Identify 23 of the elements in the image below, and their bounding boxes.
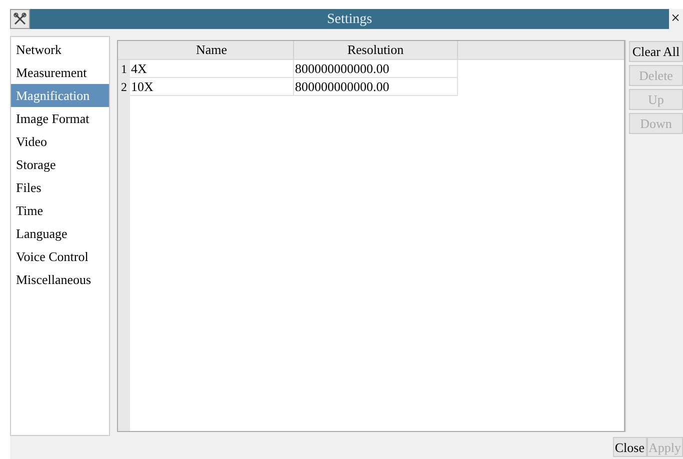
table-cell: 4X [130,60,294,78]
sidebar-item[interactable]: Time [11,199,109,222]
sidebar-item[interactable]: Measurement [11,61,109,84]
row-number: 2 [120,79,128,96]
sidebar-item[interactable]: Network [11,38,109,61]
sidebar-item[interactable]: Miscellaneous [11,268,109,291]
sidebar-item[interactable]: Video [11,130,109,153]
sidebar-item[interactable]: Files [11,176,109,199]
table-cell: 10X [130,78,294,96]
footer-button[interactable]: Close [612,437,646,457]
close-button[interactable]: × [669,9,683,29]
column-header[interactable]: Name [130,41,294,59]
sidebar-item[interactable]: Storage [11,153,109,176]
window-title: Settings [326,10,374,28]
column-header[interactable]: Resolution [294,41,458,59]
tools-icon[interactable] [10,9,30,29]
table-cell: 800000000000.00 [294,60,458,78]
table-cell: 800000000000.00 [294,78,458,96]
row-number: 1 [120,61,128,78]
sidebar-item[interactable]: Voice Control [11,245,109,268]
sidebar-item[interactable]: Language [11,222,109,245]
sidebar-item[interactable]: Image Format [11,107,109,130]
side-button[interactable]: Clear All [629,41,683,62]
